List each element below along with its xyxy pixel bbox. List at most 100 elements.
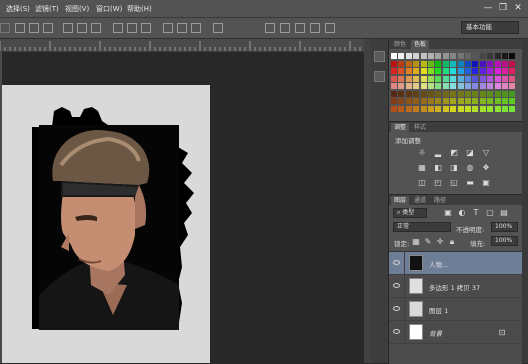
tab-channels[interactable]: 通道 [411,196,429,205]
gradient-map-icon[interactable]: ▬ [465,178,475,187]
channel-mixer-icon[interactable]: ❖ [481,163,491,172]
color-swatch[interactable] [435,75,442,82]
color-swatch[interactable] [479,60,486,67]
color-swatch[interactable] [391,75,397,82]
distribute-top-icon[interactable] [113,23,123,33]
color-swatch[interactable] [509,90,516,97]
filter-pixel-icon[interactable]: ▣ [443,208,453,217]
panel-scrollbar[interactable] [522,39,528,363]
color-swatch[interactable] [472,90,479,97]
restore-button[interactable]: ❐ [498,3,508,13]
color-swatch[interactable] [487,98,494,104]
tool-preset-icon[interactable] [0,23,10,33]
color-swatch[interactable] [509,83,516,89]
history-panel-icon[interactable] [374,51,385,62]
color-balance-icon[interactable]: ◧ [433,163,443,172]
panel-dock-collapse[interactable] [364,39,371,363]
color-swatch[interactable] [465,90,471,97]
visibility-toggle[interactable] [389,298,405,320]
tab-swatches[interactable]: 色板 [411,40,430,49]
color-swatch[interactable] [405,75,412,82]
color-swatch[interactable] [502,75,508,82]
color-swatch[interactable] [413,68,420,74]
color-swatch[interactable] [391,83,397,89]
color-swatch[interactable] [487,83,494,89]
color-swatch[interactable] [428,53,434,59]
visibility-toggle[interactable] [389,321,405,343]
color-swatch[interactable] [494,90,501,97]
color-swatch[interactable] [442,90,449,97]
color-swatch[interactable] [502,98,508,104]
color-swatch[interactable] [450,68,457,74]
color-swatch[interactable] [420,83,427,89]
tab-styles[interactable]: 样式 [411,123,429,132]
distribute-center-icon[interactable] [177,23,187,33]
lock-transparent-icon[interactable]: ▦ [411,237,421,246]
color-swatch[interactable] [472,53,479,59]
blend-mode-select[interactable]: 正常 [393,222,451,232]
close-button[interactable]: ✕ [513,3,523,13]
color-swatch[interactable] [391,105,397,112]
photo-filter-icon[interactable]: ◍ [465,163,475,172]
color-swatch[interactable] [428,105,434,112]
color-swatch[interactable] [405,68,412,74]
color-swatch[interactable] [420,68,427,74]
selective-color-icon[interactable]: ▣ [481,178,491,187]
align-top-icon[interactable] [15,23,25,33]
color-swatch[interactable] [391,98,397,104]
fill-field[interactable]: 100% [491,236,518,246]
color-swatch[interactable] [494,98,501,104]
color-swatch[interactable] [465,83,471,89]
align-left-icon[interactable] [63,23,73,33]
color-swatch[interactable] [442,75,449,82]
color-swatch[interactable] [398,83,405,89]
color-swatch[interactable] [479,90,486,97]
color-swatch[interactable] [479,53,486,59]
color-swatch[interactable] [420,53,427,59]
color-swatch[interactable] [494,53,501,59]
color-swatch[interactable] [472,98,479,104]
lock-position-icon[interactable]: ✛ [435,237,445,246]
color-swatch[interactable] [450,90,457,97]
posterize-icon[interactable]: ◰ [433,178,443,187]
color-swatch[interactable] [450,105,457,112]
color-swatch[interactable] [457,60,464,67]
color-swatch[interactable] [472,83,479,89]
color-swatch[interactable] [487,105,494,112]
brightness-icon[interactable]: ☼ [417,148,427,157]
color-swatch[interactable] [457,83,464,89]
color-swatch[interactable] [494,60,501,67]
color-swatch[interactable] [435,60,442,67]
color-swatch[interactable] [435,98,442,104]
vibrance-icon[interactable]: ▽ [481,148,491,157]
visibility-toggle[interactable] [389,252,405,274]
curves-icon[interactable]: ◩ [449,148,459,157]
align-right-icon[interactable] [91,23,101,33]
layer-row[interactable]: 人物... [389,252,522,275]
color-swatch[interactable] [472,68,479,74]
color-swatch[interactable] [428,68,434,74]
color-swatch[interactable] [405,83,412,89]
color-swatch[interactable] [457,98,464,104]
color-swatch[interactable] [487,75,494,82]
color-swatch[interactable] [442,53,449,59]
color-swatch[interactable] [479,83,486,89]
color-swatch[interactable] [494,83,501,89]
color-swatch[interactable] [509,105,516,112]
color-swatch[interactable] [442,98,449,104]
layer-row[interactable]: 背景 ⊡ [389,321,522,344]
color-swatch[interactable] [405,53,412,59]
color-swatch[interactable] [420,105,427,112]
color-swatch[interactable] [509,75,516,82]
color-swatch[interactable] [442,60,449,67]
color-swatch[interactable] [450,53,457,59]
color-swatch[interactable] [405,98,412,104]
color-swatch[interactable] [413,83,420,89]
tab-adjustments[interactable]: 调整 [391,123,410,132]
color-swatch[interactable] [479,75,486,82]
color-swatch[interactable] [391,53,397,59]
color-swatch[interactable] [465,98,471,104]
menu-filter[interactable]: 滤镜(T) [35,4,59,14]
tab-color[interactable]: 颜色 [391,40,409,49]
align-center-icon[interactable] [77,23,87,33]
